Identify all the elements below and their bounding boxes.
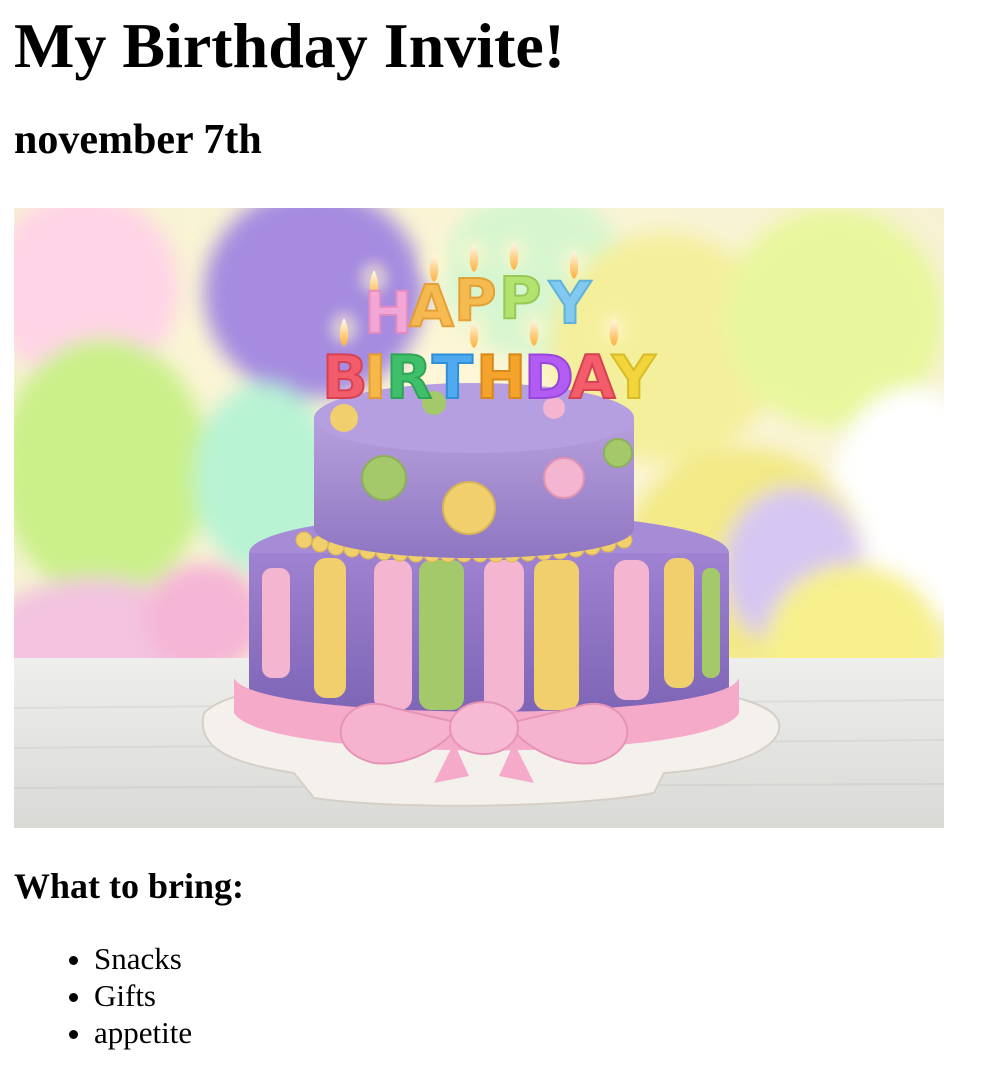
bring-list: Snacks Gifts appetite — [14, 940, 994, 1051]
bring-heading: What to bring: — [14, 866, 245, 906]
svg-text:A: A — [409, 272, 454, 340]
svg-text:P: P — [499, 264, 542, 332]
page-title: My Birthday Invite! — [14, 10, 566, 81]
svg-text:Y: Y — [611, 343, 657, 413]
list-item: Gifts — [94, 977, 994, 1014]
svg-text:I: I — [364, 343, 386, 413]
svg-text:A: A — [569, 343, 616, 413]
svg-text:H: H — [476, 343, 526, 413]
svg-text:R: R — [386, 343, 432, 413]
list-item: Snacks — [94, 940, 994, 977]
svg-text:B: B — [322, 343, 368, 413]
svg-text:H: H — [364, 279, 413, 347]
svg-text:T: T — [432, 343, 473, 413]
svg-text:P: P — [454, 266, 497, 334]
event-date: november 7th — [14, 117, 262, 163]
svg-text:Y: Y — [548, 269, 592, 337]
list-item: appetite — [94, 1014, 994, 1051]
svg-text:D: D — [524, 343, 574, 413]
birthday-cake-image: H A P P Y B I R T H D A Y — [14, 208, 944, 828]
page: My Birthday Invite! november 7th H A P P… — [0, 0, 1008, 1051]
